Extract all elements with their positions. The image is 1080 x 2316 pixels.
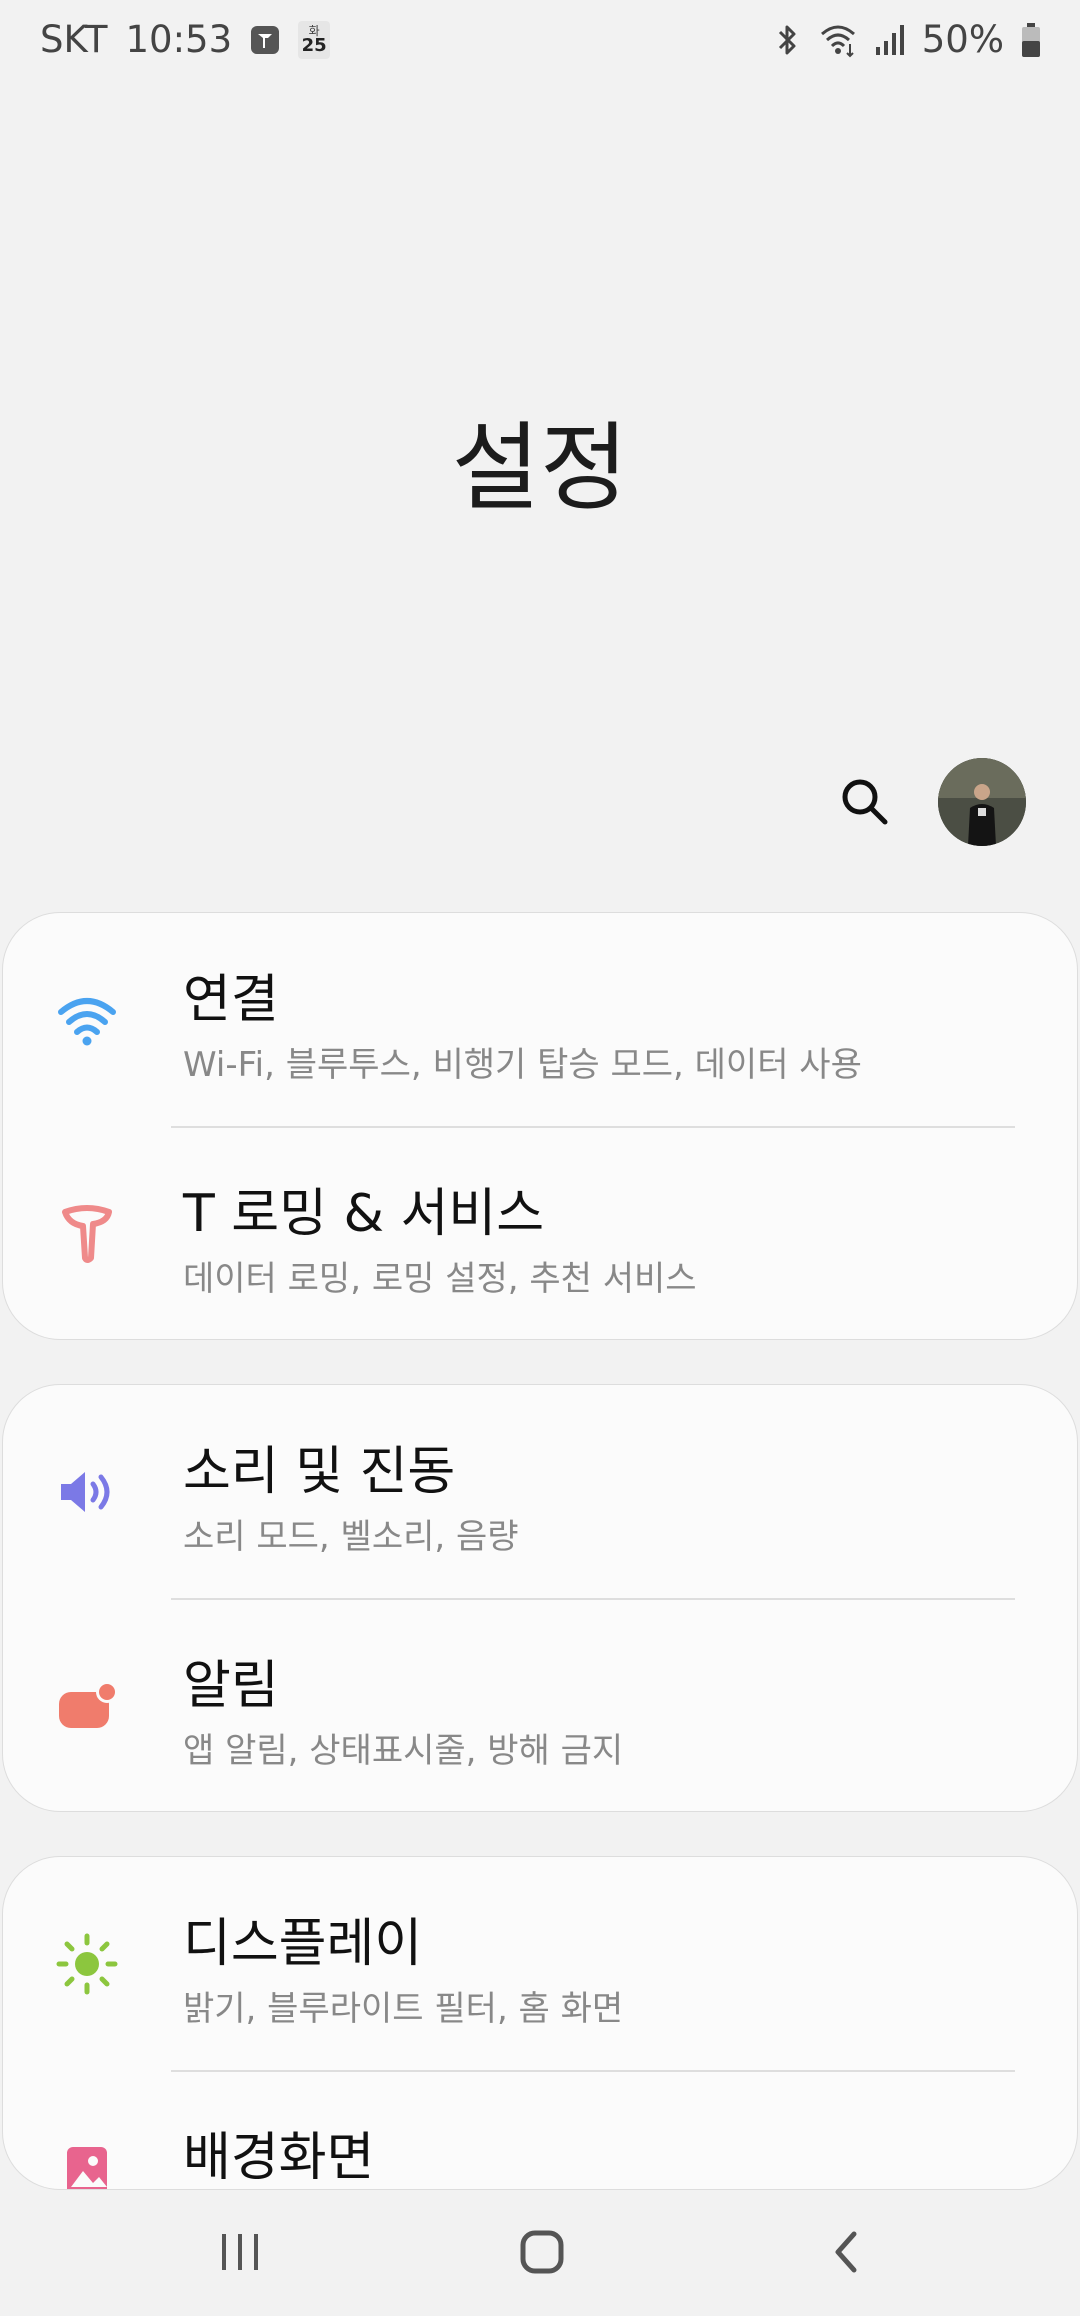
status-bar: SKT 10:53 화 25 50% [0, 0, 1080, 84]
back-button[interactable] [796, 2210, 896, 2294]
item-title: 디스플레이 [183, 1914, 423, 1974]
header-actions [830, 758, 1026, 846]
settings-item-notifications[interactable]: 알림 앱 알림, 상태표시줄, 방해 금지 [3, 1599, 1077, 1813]
signal-icon [874, 23, 906, 57]
profile-avatar[interactable] [938, 758, 1026, 846]
home-icon [520, 2230, 564, 2274]
settings-item-sound[interactable]: 소리 및 진동 소리 모드, 벨소리, 음량 [3, 1385, 1077, 1600]
item-title: 소리 및 진동 [183, 1442, 456, 1502]
settings-card-sound: 소리 및 진동 소리 모드, 벨소리, 음량 알림 앱 알림, 상태표시줄, 방… [2, 1384, 1078, 1812]
settings-item-connections[interactable]: 연결 Wi-Fi, 블루투스, 비행기 탑승 모드, 데이터 사용 [3, 913, 1077, 1128]
t-app-icon [250, 25, 280, 55]
navigation-bar [0, 2190, 1080, 2316]
avatar-image [938, 758, 1026, 846]
sun-icon [51, 1928, 123, 2000]
settings-card-connections: 연결 Wi-Fi, 블루투스, 비행기 탑승 모드, 데이터 사용 T 로밍 &… [2, 912, 1078, 1340]
bluetooth-icon [772, 22, 802, 58]
item-title: 연결 [183, 970, 279, 1030]
calendar-date: 25 [301, 34, 327, 56]
time-label: 10:53 [125, 18, 233, 61]
wallpaper-icon [51, 2135, 123, 2189]
item-subtitle: 소리 모드, 벨소리, 음량 [183, 1517, 519, 1557]
item-title: 알림 [183, 1656, 279, 1716]
settings-card-display: 디스플레이 밝기, 블루라이트 필터, 홈 화면 배경화면 [2, 1856, 1078, 2190]
status-right: 50% [772, 18, 1042, 61]
carrier-label: SKT [40, 18, 108, 61]
status-left: SKT 10:53 화 25 [40, 18, 331, 61]
notification-icon [51, 1670, 123, 1742]
search-button[interactable] [830, 767, 900, 837]
page-title: 설정 [451, 412, 629, 524]
back-icon [835, 2231, 857, 2273]
item-subtitle: 밝기, 블루라이트 필터, 홈 화면 [183, 1989, 624, 2029]
search-icon [842, 779, 888, 825]
item-title: 배경화면 [183, 2128, 375, 2188]
item-subtitle: Wi-Fi, 블루투스, 비행기 탑승 모드, 데이터 사용 [183, 1045, 862, 1085]
recents-button[interactable] [190, 2210, 290, 2294]
item-subtitle: 데이터 로밍, 로밍 설정, 추천 서비스 [183, 1259, 697, 1299]
settings-item-wallpaper[interactable]: 배경화면 [3, 2071, 1077, 2189]
battery-label: 50% [921, 18, 1004, 61]
wifi-icon [51, 984, 123, 1056]
recents-icon [222, 2234, 258, 2270]
settings-item-t-roaming[interactable]: T 로밍 & 서비스 데이터 로밍, 로밍 설정, 추천 서비스 [3, 1127, 1077, 1341]
home-button[interactable] [492, 2210, 592, 2294]
t-logo-icon [51, 1198, 123, 1270]
item-title: T 로밍 & 서비스 [183, 1184, 545, 1244]
wifi-status-icon [818, 22, 858, 58]
calendar-icon: 화 25 [298, 20, 331, 59]
settings-item-display[interactable]: 디스플레이 밝기, 블루라이트 필터, 홈 화면 [3, 1857, 1077, 2072]
speaker-icon [51, 1456, 123, 1528]
item-subtitle: 앱 알림, 상태표시줄, 방해 금지 [183, 1731, 624, 1771]
battery-icon [1020, 22, 1042, 58]
